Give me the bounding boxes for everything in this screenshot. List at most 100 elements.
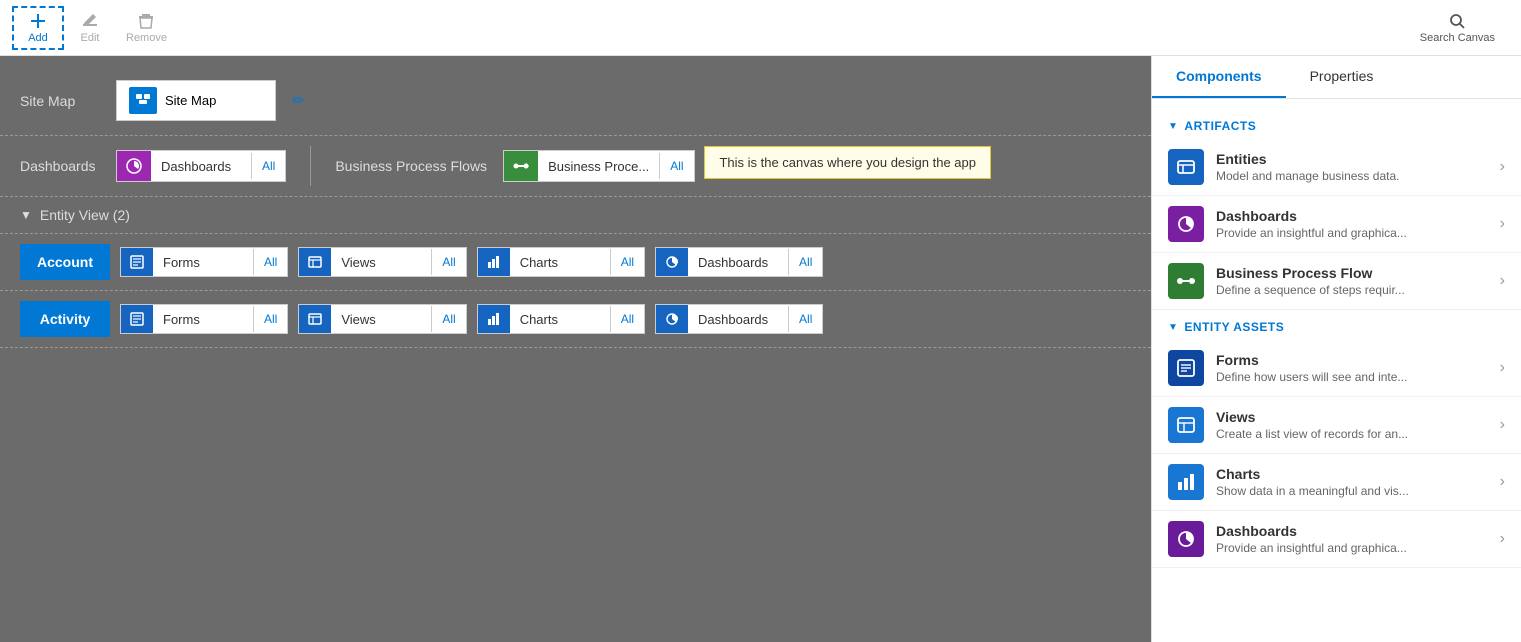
account-views-box[interactable]: Views All bbox=[298, 247, 466, 277]
account-views-all[interactable]: All bbox=[431, 249, 465, 275]
account-views-icon bbox=[299, 248, 331, 276]
activity-dashboards-box[interactable]: Dashboards All bbox=[655, 304, 823, 334]
search-canvas-label: Search Canvas bbox=[1420, 32, 1495, 44]
tab-properties[interactable]: Properties bbox=[1286, 56, 1398, 98]
right-panel: Components Properties ▼ ARTIFACTS Entiti… bbox=[1151, 56, 1521, 642]
edit-label: Edit bbox=[81, 32, 100, 44]
bpf-comp-desc: Define a sequence of steps requir... bbox=[1216, 283, 1488, 297]
bpf-item[interactable]: Business Process Flow Define a sequence … bbox=[1152, 253, 1521, 310]
entities-item[interactable]: Entities Model and manage business data.… bbox=[1152, 139, 1521, 196]
artifacts-collapse-icon[interactable]: ▼ bbox=[1168, 121, 1178, 132]
entities-icon bbox=[1168, 149, 1204, 185]
activity-forms-box[interactable]: Forms All bbox=[120, 304, 288, 334]
edit-button[interactable]: Edit bbox=[64, 6, 116, 50]
forms-asset-text: Forms Define how users will see and inte… bbox=[1216, 352, 1488, 384]
dashboards-asset-desc: Provide an insightful and graphica... bbox=[1216, 541, 1488, 555]
row-divider bbox=[310, 146, 311, 186]
forms-asset-chevron-icon: › bbox=[1500, 359, 1505, 377]
activity-dashboards-all[interactable]: All bbox=[788, 306, 822, 332]
search-canvas-button[interactable]: Search Canvas bbox=[1406, 6, 1509, 50]
remove-button[interactable]: Remove bbox=[116, 6, 177, 50]
panel-tabs: Components Properties bbox=[1152, 56, 1521, 99]
dashboards-artifact-item[interactable]: Dashboards Provide an insightful and gra… bbox=[1152, 196, 1521, 253]
dashboards-asset-chevron-icon: › bbox=[1500, 530, 1505, 548]
dashboards-asset-item[interactable]: Dashboards Provide an insightful and gra… bbox=[1152, 511, 1521, 568]
panel-content: ▼ ARTIFACTS Entities Model and manage bu… bbox=[1152, 99, 1521, 642]
views-asset-desc: Create a list view of records for an... bbox=[1216, 427, 1488, 441]
activity-views-all[interactable]: All bbox=[431, 306, 465, 332]
dashboards-all[interactable]: All bbox=[251, 153, 285, 179]
account-dashboards-all[interactable]: All bbox=[788, 249, 822, 275]
account-forms-box[interactable]: Forms All bbox=[120, 247, 288, 277]
canvas: This is the canvas where you design the … bbox=[0, 56, 1151, 642]
charts-asset-item[interactable]: Charts Show data in a meaningful and vis… bbox=[1152, 454, 1521, 511]
bpf-label: Business Process Flows bbox=[335, 158, 487, 174]
activity-forms-all[interactable]: All bbox=[253, 306, 287, 332]
remove-label: Remove bbox=[126, 32, 167, 44]
charts-asset-text: Charts Show data in a meaningful and vis… bbox=[1216, 466, 1488, 498]
views-asset-item[interactable]: Views Create a list view of records for … bbox=[1152, 397, 1521, 454]
artifacts-title: ARTIFACTS bbox=[1184, 119, 1256, 133]
activity-charts-box[interactable]: Charts All bbox=[477, 304, 645, 334]
dashboards-box[interactable]: Dashboards All bbox=[116, 150, 286, 182]
entities-desc: Model and manage business data. bbox=[1216, 169, 1488, 183]
views-asset-text: Views Create a list view of records for … bbox=[1216, 409, 1488, 441]
account-forms-icon bbox=[121, 248, 153, 276]
main-area: This is the canvas where you design the … bbox=[0, 56, 1521, 642]
views-asset-chevron-icon: › bbox=[1500, 416, 1505, 434]
remove-icon bbox=[137, 12, 155, 30]
add-icon bbox=[29, 12, 47, 30]
views-asset-icon bbox=[1168, 407, 1204, 443]
views-asset-name: Views bbox=[1216, 409, 1488, 425]
forms-asset-item[interactable]: Forms Define how users will see and inte… bbox=[1152, 340, 1521, 397]
dashboards-asset-icon bbox=[1168, 521, 1204, 557]
dashboards-artifact-desc: Provide an insightful and graphica... bbox=[1216, 226, 1488, 240]
entity-collapse-icon[interactable]: ▼ bbox=[20, 208, 32, 222]
account-charts-text: Charts bbox=[510, 249, 610, 276]
charts-asset-chevron-icon: › bbox=[1500, 473, 1505, 491]
account-charts-all[interactable]: All bbox=[610, 249, 644, 275]
dashboards-artifact-text: Dashboards Provide an insightful and gra… bbox=[1216, 208, 1488, 240]
tab-components[interactable]: Components bbox=[1152, 56, 1286, 98]
dashboards-artifact-chevron-icon: › bbox=[1500, 215, 1505, 233]
bpf-box[interactable]: Business Proce... All bbox=[503, 150, 695, 182]
dashboards-text: Dashboards bbox=[151, 153, 251, 180]
account-button[interactable]: Account bbox=[20, 244, 110, 280]
dashboards-icon bbox=[117, 151, 151, 181]
entities-chevron-icon: › bbox=[1500, 158, 1505, 176]
activity-charts-all[interactable]: All bbox=[610, 306, 644, 332]
dashboards-artifact-icon bbox=[1168, 206, 1204, 242]
add-button[interactable]: Add bbox=[12, 6, 64, 50]
entities-text: Entities Model and manage business data. bbox=[1216, 151, 1488, 183]
account-forms-text: Forms bbox=[153, 249, 253, 276]
account-charts-box[interactable]: Charts All bbox=[477, 247, 645, 277]
site-map-box[interactable]: Site Map bbox=[116, 80, 276, 121]
activity-dashboards-text: Dashboards bbox=[688, 306, 788, 333]
activity-dashboards-icon bbox=[656, 305, 688, 333]
activity-views-box[interactable]: Views All bbox=[298, 304, 466, 334]
entities-name: Entities bbox=[1216, 151, 1488, 167]
account-charts-icon bbox=[478, 248, 510, 276]
toolbar: Add Edit Remove Search Canvas bbox=[0, 0, 1521, 56]
account-dashboards-text: Dashboards bbox=[688, 249, 788, 276]
forms-asset-desc: Define how users will see and inte... bbox=[1216, 370, 1488, 384]
site-map-edit-button[interactable]: ✏ bbox=[292, 91, 305, 111]
bpf-comp-icon bbox=[1168, 263, 1204, 299]
site-map-row: Site Map Site Map ✏ bbox=[0, 66, 1151, 136]
activity-button[interactable]: Activity bbox=[20, 301, 110, 337]
activity-forms-text: Forms bbox=[153, 306, 253, 333]
entity-row-activity: Activity Forms All Views All bbox=[0, 291, 1151, 348]
site-map-label: Site Map bbox=[20, 93, 100, 109]
forms-asset-icon bbox=[1168, 350, 1204, 386]
account-dashboards-box[interactable]: Dashboards All bbox=[655, 247, 823, 277]
account-dashboards-icon bbox=[656, 248, 688, 276]
entity-assets-collapse-icon[interactable]: ▼ bbox=[1168, 322, 1178, 333]
bpf-all[interactable]: All bbox=[659, 153, 693, 179]
account-forms-all[interactable]: All bbox=[253, 249, 287, 275]
activity-forms-icon bbox=[121, 305, 153, 333]
charts-asset-icon bbox=[1168, 464, 1204, 500]
site-map-icon bbox=[129, 87, 157, 114]
activity-charts-icon bbox=[478, 305, 510, 333]
charts-asset-name: Charts bbox=[1216, 466, 1488, 482]
entity-view-title: Entity View (2) bbox=[40, 207, 130, 223]
